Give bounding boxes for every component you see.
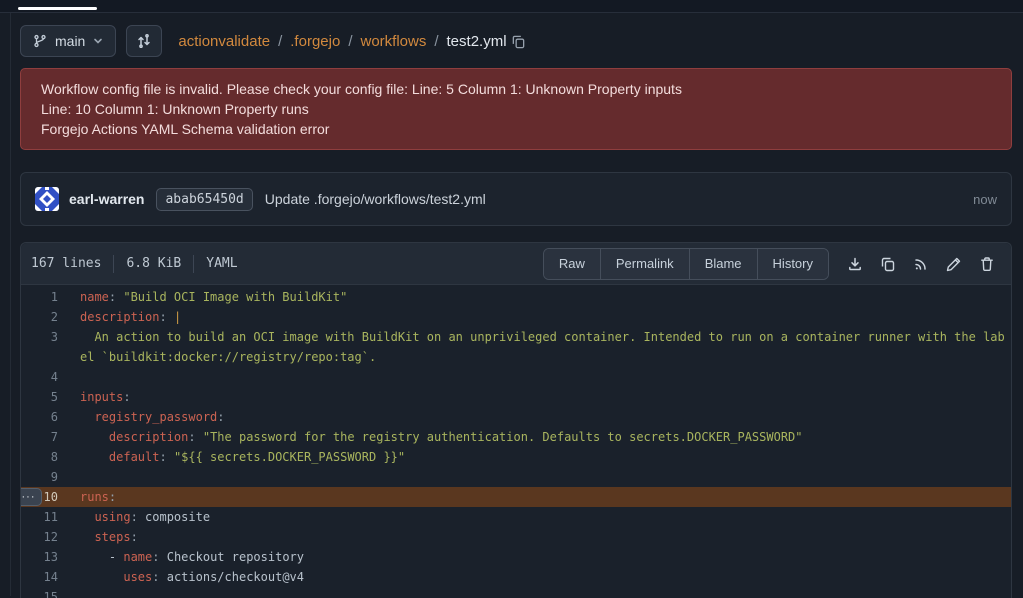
line-content: el `buildkit:docker://registry/repo:tag`… bbox=[58, 347, 1011, 367]
meta-divider bbox=[113, 255, 114, 273]
breadcrumb-link[interactable]: actionvalidate bbox=[178, 33, 270, 50]
history-button[interactable]: History bbox=[758, 249, 828, 279]
line-content bbox=[58, 467, 1011, 487]
copy-raw-icon[interactable] bbox=[880, 256, 896, 272]
permalink-button[interactable]: Permalink bbox=[601, 249, 690, 279]
code-line-13: 13 - name: Checkout repository bbox=[21, 547, 1011, 567]
line-number[interactable]: 12 bbox=[21, 527, 58, 547]
code-line-12: 12 steps: bbox=[21, 527, 1011, 547]
code-line-8: 8 default: "${{ secrets.DOCKER_PASSWORD … bbox=[21, 447, 1011, 467]
file-line-count: 167 lines bbox=[31, 256, 101, 271]
branch-label: main bbox=[55, 33, 85, 49]
line-number[interactable]: 1 bbox=[21, 287, 58, 307]
branch-selector-button[interactable]: main bbox=[20, 25, 116, 57]
line-number[interactable]: 11 bbox=[21, 507, 58, 527]
rss-icon[interactable] bbox=[913, 256, 929, 272]
code-line-14: 14 uses: actions/checkout@v4 bbox=[21, 567, 1011, 587]
breadcrumb-link[interactable]: .forgejo bbox=[290, 33, 340, 50]
latest-commit-bar: earl-warren abab65450d Update .forgejo/w… bbox=[20, 172, 1012, 226]
line-number[interactable]: 15 bbox=[21, 587, 58, 598]
file-actions: Raw Permalink Blame History bbox=[543, 248, 829, 280]
line-number[interactable]: 7 bbox=[21, 427, 58, 447]
line-content: registry_password: bbox=[58, 407, 1011, 427]
file-view: 167 lines 6.8 KiB YAML Raw Permalink Bla… bbox=[20, 242, 1012, 598]
file-language: YAML bbox=[206, 256, 237, 271]
code-line-4: 4 bbox=[21, 367, 1011, 387]
error-line: Forgejo Actions YAML Schema validation e… bbox=[41, 119, 991, 139]
line-content bbox=[58, 587, 1011, 598]
code-line-2: 2description: | bbox=[21, 307, 1011, 327]
copy-path-icon[interactable] bbox=[511, 34, 526, 49]
breadcrumb-link[interactable]: workflows bbox=[360, 33, 426, 50]
commit-author[interactable]: earl-warren bbox=[69, 191, 144, 207]
line-content: description: "The password for the regis… bbox=[58, 427, 1011, 447]
file-tool-icons bbox=[847, 256, 995, 272]
code-line-7: 7 description: "The password for the reg… bbox=[21, 427, 1011, 447]
edit-icon[interactable] bbox=[946, 256, 962, 272]
line-content: description: | bbox=[58, 307, 1011, 327]
line-number[interactable]: 2 bbox=[21, 307, 58, 327]
line-number[interactable]: 8 bbox=[21, 447, 58, 467]
error-line: Line: 10 Column 1: Unknown Property runs bbox=[41, 99, 991, 119]
avatar[interactable] bbox=[35, 187, 59, 211]
line-number[interactable]: 4 bbox=[21, 367, 58, 387]
file-meta: 167 lines 6.8 KiB YAML bbox=[31, 255, 238, 273]
code-line-6: 6 registry_password: bbox=[21, 407, 1011, 427]
code-lines: 1name: "Build OCI Image with BuildKit"2d… bbox=[21, 285, 1011, 598]
line-content: - name: Checkout repository bbox=[58, 547, 1011, 567]
line-menu-button[interactable]: ··· bbox=[20, 488, 42, 506]
line-number[interactable]: 6 bbox=[21, 407, 58, 427]
code-line-5: 5inputs: bbox=[21, 387, 1011, 407]
compare-button[interactable] bbox=[126, 25, 162, 57]
line-number[interactable]: 9 bbox=[21, 467, 58, 487]
code-line-9: 9 bbox=[21, 467, 1011, 487]
code-line-10: ···10runs: bbox=[21, 487, 1011, 507]
line-content: An action to build an OCI image with Bui… bbox=[58, 327, 1011, 347]
line-number[interactable] bbox=[21, 347, 58, 367]
git-branch-icon bbox=[33, 34, 47, 48]
line-number[interactable]: 5 bbox=[21, 387, 58, 407]
meta-divider bbox=[193, 255, 194, 273]
line-content: name: "Build OCI Image with BuildKit" bbox=[58, 287, 1011, 307]
breadcrumb-separator: / bbox=[278, 33, 282, 50]
line-content: runs: bbox=[58, 487, 1011, 507]
line-content: inputs: bbox=[58, 387, 1011, 407]
delete-icon[interactable] bbox=[979, 256, 995, 272]
line-content: default: "${{ secrets.DOCKER_PASSWORD }}… bbox=[58, 447, 1011, 467]
breadcrumb-current: test2.yml bbox=[447, 33, 507, 50]
code-line-wrap: el `buildkit:docker://registry/repo:tag`… bbox=[21, 347, 1011, 367]
error-line: Workflow config file is invalid. Please … bbox=[41, 79, 991, 99]
raw-button[interactable]: Raw bbox=[544, 249, 601, 279]
active-tab-underline bbox=[18, 7, 97, 10]
breadcrumb-separator: / bbox=[348, 33, 352, 50]
chevron-down-icon bbox=[93, 36, 103, 46]
code-line-1: 1name: "Build OCI Image with BuildKit" bbox=[21, 287, 1011, 307]
breadcrumb-separator: / bbox=[434, 33, 438, 50]
commit-time: now bbox=[973, 192, 997, 207]
file-header: 167 lines 6.8 KiB YAML Raw Permalink Bla… bbox=[21, 243, 1011, 285]
line-number[interactable]: 3 bbox=[21, 327, 58, 347]
code-line-15: 15 bbox=[21, 587, 1011, 598]
git-compare-icon bbox=[136, 33, 152, 49]
code-line-3: 3 An action to build an OCI image with B… bbox=[21, 327, 1011, 347]
download-icon[interactable] bbox=[847, 256, 863, 272]
line-content: steps: bbox=[58, 527, 1011, 547]
line-content: using: composite bbox=[58, 507, 1011, 527]
commit-hash-badge[interactable]: abab65450d bbox=[156, 188, 252, 211]
workflow-error-banner: Workflow config file is invalid. Please … bbox=[20, 68, 1012, 150]
repo-toolbar: main actionvalidate / .forgejo / workflows / t… bbox=[20, 25, 1012, 57]
site-header-bottom bbox=[0, 0, 1023, 13]
line-number[interactable]: 13 bbox=[21, 547, 58, 567]
line-number[interactable]: 14 bbox=[21, 567, 58, 587]
line-content: uses: actions/checkout@v4 bbox=[58, 567, 1011, 587]
file-size: 6.8 KiB bbox=[126, 256, 181, 271]
code-line-11: 11 using: composite bbox=[21, 507, 1011, 527]
page-left-divider bbox=[10, 0, 11, 596]
commit-message[interactable]: Update .forgejo/workflows/test2.yml bbox=[265, 191, 486, 207]
breadcrumb: actionvalidate / .forgejo / workflows / test2.… bbox=[178, 33, 506, 50]
blame-button[interactable]: Blame bbox=[690, 249, 758, 279]
line-content bbox=[58, 367, 1011, 387]
